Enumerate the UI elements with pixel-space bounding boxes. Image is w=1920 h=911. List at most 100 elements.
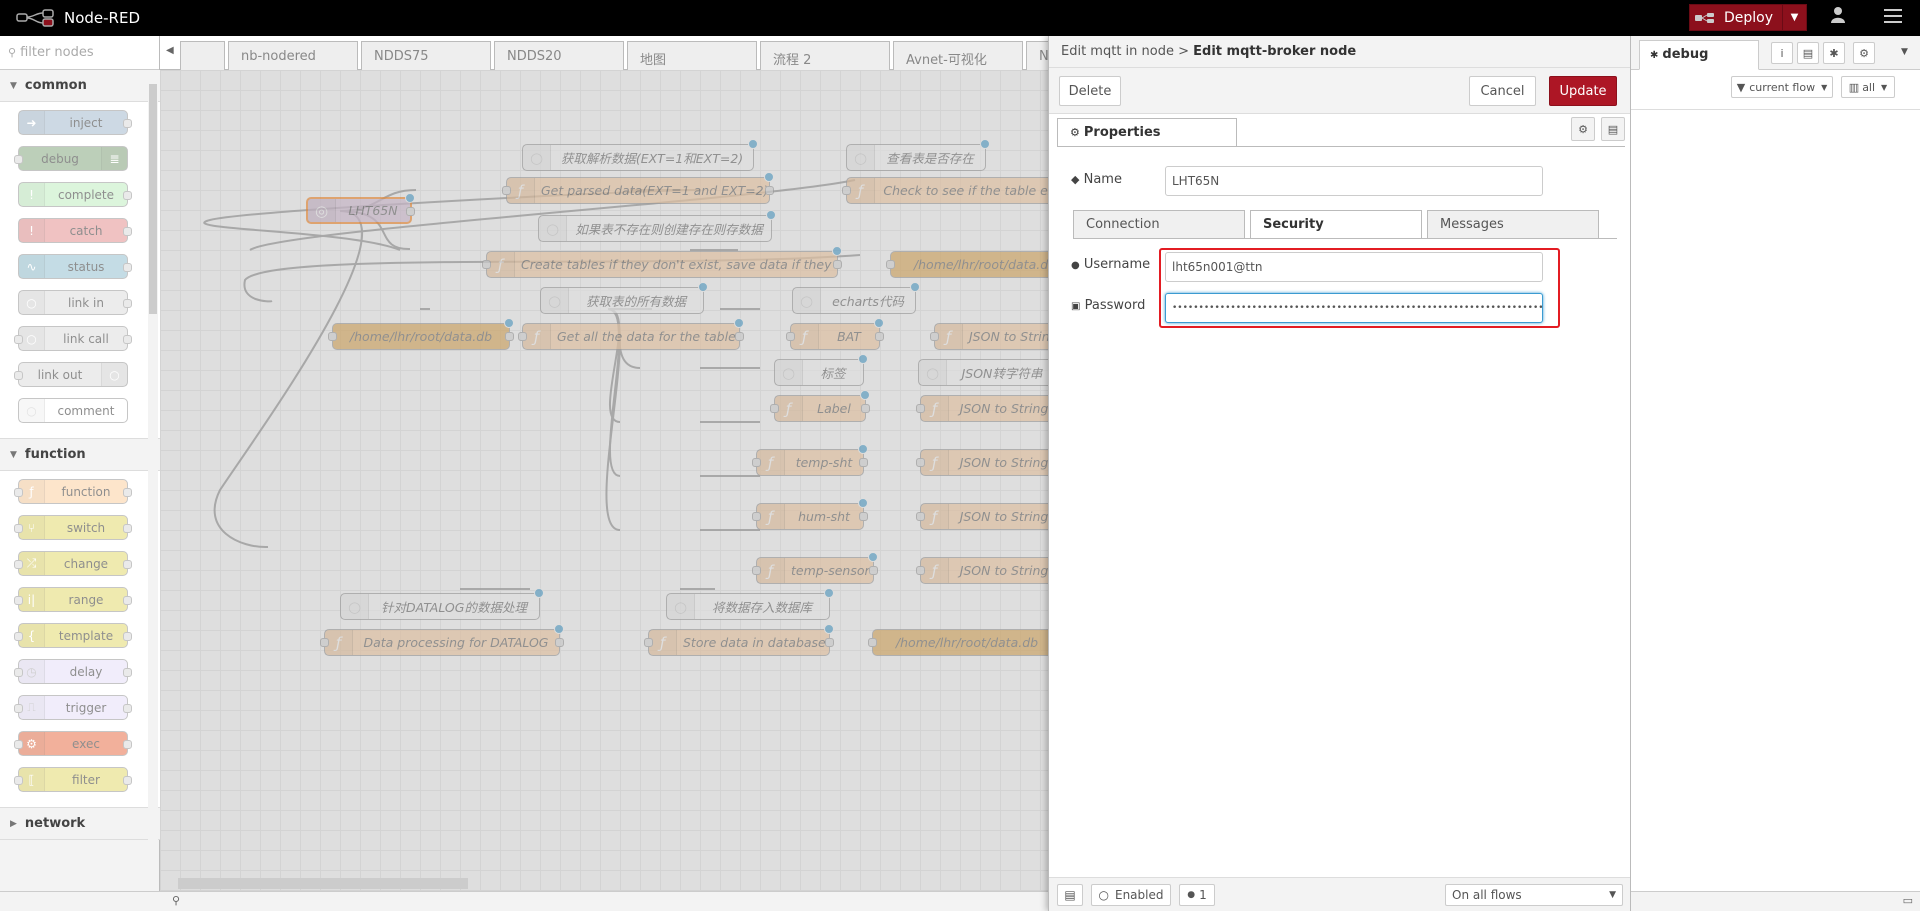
tab-label: N5 (1039, 49, 1048, 64)
palette-node-delay[interactable]: ◷ delay (14, 659, 132, 684)
password-field-label: ▣ Password (1071, 298, 1145, 313)
tab-label: NDDS75 (374, 49, 429, 64)
exclamation-icon: ! (19, 219, 45, 242)
category-label: function (24, 447, 86, 462)
palette-node-link-call[interactable]: ○ link call (14, 326, 132, 351)
palette-node-inject[interactable]: ➜ inject (18, 110, 132, 135)
node-description-icon[interactable]: ▤ (1601, 117, 1625, 141)
deploy-button[interactable]: Deploy ▼ (1689, 4, 1807, 31)
clear-label: all (1862, 80, 1876, 94)
gear-icon[interactable]: ⚙ (1853, 42, 1875, 64)
tab-properties[interactable]: ⚙ Properties (1057, 118, 1237, 147)
palette-node-label: status (67, 259, 105, 274)
palette-search[interactable]: ⚲ filter nodes (0, 36, 159, 70)
chevron-right-icon: ▶ (10, 818, 17, 829)
palette-node-function[interactable]: ƒ function (14, 479, 132, 504)
workspace-tab[interactable]: Avnet-可视化 (893, 41, 1023, 70)
palette-node-debug[interactable]: debug ≣ (14, 146, 128, 171)
enabled-toggle[interactable]: ○ Enabled (1091, 884, 1171, 906)
chevron-down-icon: ▼ (1609, 890, 1616, 900)
workspace-tab[interactable]: nb-nodered (228, 41, 358, 70)
palette-node-catch[interactable]: ! catch (18, 218, 132, 243)
flow-canvas[interactable]: ○ 获取解析数据(EXT=1和EXT=2) ○ 查看表是否存在 ◎ LHT65N ƒG… (160, 70, 1048, 911)
palette-node-link-out[interactable]: link out ○ (14, 362, 128, 387)
update-button[interactable]: Update (1549, 76, 1617, 106)
palette-node-complete[interactable]: ! complete (18, 182, 132, 207)
tab-label: Avnet-可视化 (906, 53, 987, 68)
palette-node-range[interactable]: i| range (14, 587, 132, 612)
chevron-down-icon[interactable]: ▼ (1901, 47, 1908, 57)
palette-node-switch[interactable]: ⑂ switch (14, 515, 132, 540)
node-settings-cog-icon[interactable]: ⚙ (1571, 117, 1595, 141)
workspace: ◀ nb-nodered NDDS75 NDDS20 地图 流程 2 Avnet… (160, 36, 1048, 911)
filter-label: current flow (1749, 80, 1816, 94)
breadcrumb-parent[interactable]: Edit mqtt in node > (1061, 44, 1189, 59)
app-title: Node-RED (64, 9, 141, 27)
workspace-tab[interactable]: NDDS20 (494, 41, 624, 70)
tab-security[interactable]: Security (1250, 210, 1422, 239)
user-icon: ● (1187, 890, 1196, 900)
sidebar-footer: ▭ (1631, 891, 1920, 911)
circle-icon: ○ (1098, 888, 1109, 902)
bug-icon[interactable]: ✱ (1823, 42, 1845, 64)
workspace-horizontal-scrollbar[interactable] (178, 878, 468, 889)
palette-category-common[interactable]: ▼ common (0, 70, 160, 102)
debug-clear-button[interactable]: ▥ all ▼ (1841, 76, 1895, 98)
breadcrumb-current: Edit mqtt-broker node (1193, 44, 1357, 59)
chevron-down-icon: ▼ (10, 449, 17, 460)
palette-node-trigger[interactable]: ⎍ trigger (14, 695, 132, 720)
tab-messages[interactable]: Messages (1427, 210, 1599, 239)
debug-list-icon: ≣ (101, 147, 127, 170)
palette-node-label: template (58, 628, 114, 643)
palette-scrollbar[interactable] (148, 70, 158, 900)
palette-node-label: function (61, 484, 111, 499)
monitor-icon[interactable]: ▭ (1903, 894, 1913, 907)
palette-node-label: change (63, 556, 109, 571)
palette-node-change[interactable]: ⤮ change (14, 551, 132, 576)
palette-node-template[interactable]: {template (14, 623, 132, 648)
palette-category-common-body: ➜ inject debug ≣ ! complete ! catch ∿ status … (0, 102, 160, 439)
tray-breadcrumb: Edit mqtt in node > Edit mqtt-broker nod… (1049, 36, 1630, 68)
tab-divider (1057, 146, 1625, 147)
palette-node-label: debug (41, 151, 79, 166)
tab-label: 地图 (640, 53, 667, 68)
scope-select[interactable]: On all flows ▼ (1445, 884, 1623, 906)
workspace-tab[interactable]: 流程 2 (760, 41, 890, 70)
tab-debug[interactable]: ✱ debug (1639, 40, 1759, 70)
workspace-tab[interactable]: N5 (1026, 41, 1048, 70)
palette-node-label: link call (63, 331, 109, 346)
app-logo: Node-RED (16, 9, 140, 27)
palette-node-link-in[interactable]: ○ link in (18, 290, 132, 315)
palette-category-network[interactable]: ▶ network (0, 808, 160, 840)
tab-scroll-left-icon[interactable]: ◀ (166, 45, 174, 56)
main-menu-icon[interactable] (1884, 9, 1902, 27)
comment-icon: ○ (19, 399, 45, 422)
debug-filter-button[interactable]: ▼ current flow ▼ (1731, 76, 1833, 98)
cog-icon: ⚙ (1070, 126, 1080, 139)
palette-filter-placeholder: filter nodes (20, 45, 94, 60)
info-icon[interactable]: i (1771, 42, 1793, 64)
workspace-tab[interactable]: 地图 (627, 41, 757, 70)
name-input[interactable]: LHT65N (1165, 166, 1543, 196)
palette-node-status[interactable]: ∿ status (18, 254, 132, 279)
tab-connection[interactable]: Connection (1073, 210, 1245, 239)
palette-node-comment[interactable]: ○ comment (18, 398, 128, 423)
workspace-tab[interactable] (180, 41, 225, 70)
deploy-dropdown-icon[interactable]: ▼ (1782, 5, 1806, 30)
palette-node-filter[interactable]: ⟦ filter (14, 767, 132, 792)
palette-node-exec[interactable]: ⚙ exec (14, 731, 132, 756)
cancel-button[interactable]: Cancel (1469, 76, 1536, 106)
workspace-tab[interactable]: NDDS75 (361, 41, 491, 70)
filter-icon: ▼ (1736, 80, 1746, 94)
username-label-text: Username (1083, 257, 1151, 272)
sidebar-tab-bar: ✱ debug i ▤ ✱ ⚙ ▼ (1631, 36, 1920, 70)
users-badge[interactable]: ● 1 (1179, 884, 1215, 906)
palette-category-function[interactable]: ▼ function (0, 439, 160, 471)
user-icon[interactable] (1830, 6, 1846, 28)
search-icon[interactable]: ⚲ (172, 894, 180, 907)
palette-node-label: inject (69, 115, 103, 130)
book-icon[interactable]: ▤ (1057, 884, 1083, 906)
book-icon[interactable]: ▤ (1797, 42, 1819, 64)
delete-button[interactable]: Delete (1059, 76, 1121, 106)
exclamation-icon: ! (19, 183, 45, 206)
